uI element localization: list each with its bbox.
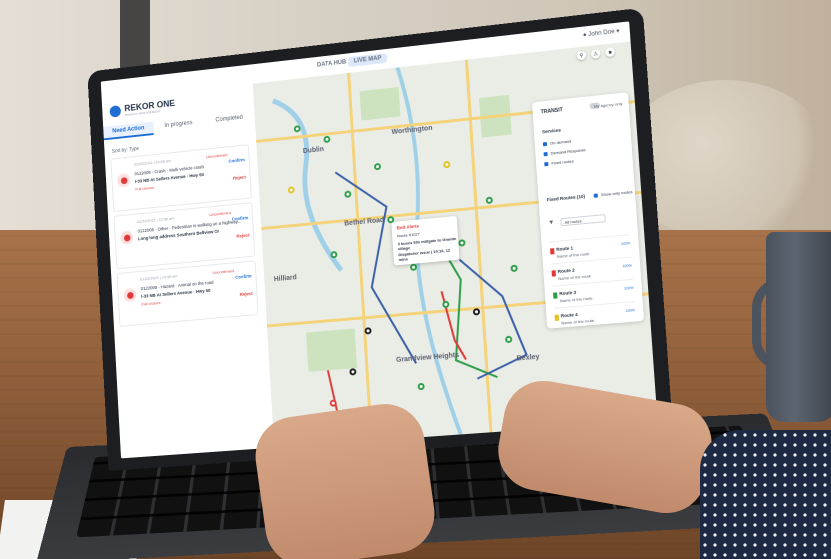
park	[359, 86, 401, 121]
incident-status: Full closure	[141, 300, 161, 307]
confirm-button[interactable]: Confirm	[228, 157, 245, 164]
show-only-routes-checkbox[interactable]: Show only routes	[594, 189, 633, 198]
route-sub: Name of the route	[558, 273, 592, 282]
service-item[interactable]: On demand	[543, 138, 572, 146]
app-logo: REKOR ONE TRAFFIC MANAGEMENT	[109, 98, 175, 119]
route-color-icon	[551, 270, 557, 277]
incident-meta: 01/22/2021 | 10:56 am	[140, 273, 178, 282]
incident-card[interactable]: 01/22/2021 | 10:56 am Unconfirmed 012200…	[116, 260, 259, 327]
route-badge: 100%	[622, 263, 632, 269]
route-color-icon	[550, 248, 555, 255]
sort-label: Sort by:	[111, 147, 128, 155]
service-item[interactable]: Fixed routes	[544, 158, 574, 166]
hazard-icon	[123, 287, 137, 303]
left-hand	[250, 398, 440, 559]
incident-meta: 01/22/2021 | 10:56 am	[133, 158, 172, 167]
service-item[interactable]: Demand Response	[543, 147, 586, 156]
route-name: Route 4	[560, 311, 578, 319]
shirt-sleeve	[700, 430, 831, 559]
transit-title: TRANSIT	[540, 107, 563, 116]
alert-popup: Bolt Alerts Route #1027 3 buses 60s miti…	[391, 215, 460, 266]
tab-in-progress[interactable]: In progress	[153, 116, 204, 135]
user-icon: ●	[582, 32, 587, 39]
services-title: Services	[541, 127, 562, 135]
popup-subtitle: Route #1027	[397, 231, 420, 239]
incident-status: Full closure	[135, 184, 155, 192]
status-badge: Unconfirmed	[205, 152, 228, 160]
tab-data-hub[interactable]: DATA HUB	[311, 57, 352, 71]
tab-completed[interactable]: Completed	[203, 111, 255, 130]
reject-button[interactable]: Reject	[233, 175, 246, 181]
route-select[interactable]: All routes	[560, 214, 606, 227]
route-sub: Name of the route	[556, 251, 590, 259]
crash-icon	[116, 172, 131, 188]
route-color-icon	[553, 292, 558, 299]
route-badge: 100%	[620, 241, 631, 247]
confirm-button[interactable]: Confirm	[232, 215, 249, 221]
tab-live-map[interactable]: LIVE MAP	[347, 52, 388, 68]
route-sub: Name of the route	[559, 295, 593, 304]
incident-meta: 01/22/2021 | 10:56 am	[136, 215, 175, 225]
tab-need-action[interactable]: Need Action	[103, 121, 154, 141]
route-name: Route 1	[556, 245, 574, 252]
logo-icon	[109, 105, 122, 118]
park	[306, 328, 358, 372]
filter-icon[interactable]: ▼	[548, 220, 554, 227]
fixed-routes-title: Fixed Routes (10)	[546, 193, 586, 203]
incident-panel: REKOR ONE TRAFFIC MANAGEMENT Need Action…	[101, 83, 276, 459]
chevron-down-icon: ▾	[616, 28, 620, 35]
user-name: John Doe	[588, 29, 615, 39]
route-color-icon	[554, 314, 560, 321]
sort-value[interactable]: Type	[129, 146, 139, 153]
popup-title: Bolt Alerts	[396, 223, 420, 231]
reject-button[interactable]: Reject	[240, 291, 253, 297]
photo-scene: DATA HUB LIVE MAP ● John Doe ▾ REKOR ONE…	[0, 0, 831, 559]
route-name: Route 2	[557, 267, 575, 275]
transit-panel: TRANSIT My agency only Services On deman…	[531, 92, 645, 332]
route-badge: 100%	[625, 308, 636, 314]
user-menu[interactable]: ● John Doe ▾	[583, 28, 620, 39]
pedestrian-icon	[119, 230, 134, 245]
incident-card[interactable]: 01/22/2021 | 10:56 am Unconfirmed 012200…	[113, 202, 256, 270]
route-badge: 100%	[624, 285, 634, 291]
coffee-mug	[752, 232, 831, 422]
reject-button[interactable]: Reject	[236, 233, 249, 239]
status-badge: Unconfirmed	[209, 210, 231, 218]
status-badge: Unconfirmed	[212, 268, 235, 276]
sort-control[interactable]: Sort by: Type	[112, 146, 139, 155]
confirm-button[interactable]: Confirm	[235, 273, 252, 279]
route-sub: Name of the route	[561, 317, 595, 326]
route-name: Route 3	[559, 289, 577, 297]
incident-card[interactable]: 01/22/2021 | 10:56 am Unconfirmed 012200…	[110, 144, 252, 212]
